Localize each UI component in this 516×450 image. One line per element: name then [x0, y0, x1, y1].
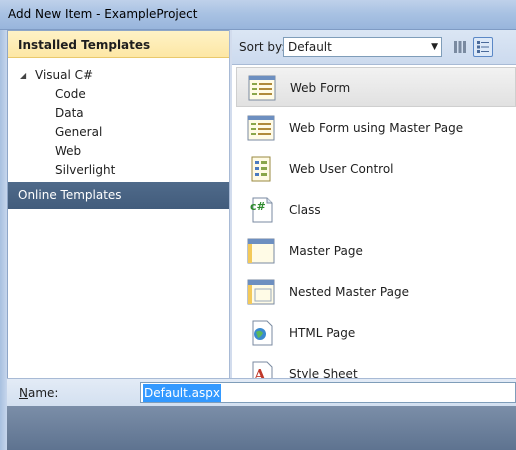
template-label: HTML Page [289, 326, 356, 340]
online-templates-header[interactable]: Online Templates [8, 182, 229, 209]
sort-by-dropdown[interactable]: Default ▼ [283, 37, 442, 57]
small-icons-view-button[interactable] [450, 37, 470, 57]
dropdown-arrow-icon: ▼ [431, 42, 438, 52]
name-row: Name: Default.aspx [7, 378, 516, 406]
template-item-web-form[interactable]: Web Form [236, 67, 516, 107]
html-page-icon [252, 320, 273, 346]
master-page-icon [247, 238, 275, 264]
svg-text:c#: c# [250, 200, 266, 213]
sort-by-value: Default [288, 40, 332, 54]
expand-triangle-icon[interactable]: ◢ [20, 66, 30, 85]
templates-tree-pane: Installed Templates ◢ Visual C# Code Data… [7, 30, 229, 379]
window-title: Add New Item - ExampleProject [8, 7, 198, 21]
sort-toolbar: Sort by: Default ▼ [232, 30, 516, 64]
template-item-nested-master-page[interactable]: Nested Master Page [236, 272, 516, 312]
template-label: Class [289, 203, 321, 217]
medium-icons-view-button[interactable] [473, 37, 493, 57]
dialog-footer [7, 406, 516, 450]
template-label: Web Form using Master Page [289, 121, 464, 135]
list-view-icon [477, 41, 489, 53]
small-icons-view-icon [454, 41, 466, 53]
template-item-style-sheet[interactable]: A Style Sheet [236, 354, 516, 378]
svg-text:A: A [253, 366, 266, 378]
template-label: Nested Master Page [289, 285, 409, 299]
template-label: Master Page [289, 244, 363, 258]
template-item-html-page[interactable]: HTML Page [236, 313, 516, 353]
web-user-control-icon [251, 156, 271, 182]
left-pane-blank [8, 209, 229, 379]
web-form-icon [248, 75, 276, 101]
tree-item-visual-csharp[interactable]: ◢ Visual C# [8, 66, 229, 85]
installed-templates-header[interactable]: Installed Templates [8, 31, 229, 58]
title-bar: Add New Item - ExampleProject [0, 0, 516, 30]
tree-item-label: Visual C# [35, 68, 94, 82]
template-item-web-user-control[interactable]: Web User Control [236, 149, 516, 189]
template-label: Style Sheet [289, 367, 358, 378]
name-input-value: Default.aspx [143, 384, 221, 402]
tree-item-data[interactable]: Data [8, 104, 229, 123]
web-form-master-icon [247, 115, 275, 141]
tree-item-general[interactable]: General [8, 123, 229, 142]
template-item-master-page[interactable]: Master Page [236, 231, 516, 271]
style-sheet-icon: A [252, 361, 273, 378]
tree-item-code[interactable]: Code [8, 85, 229, 104]
nested-master-page-icon [247, 279, 275, 305]
template-label: Web Form [290, 81, 351, 95]
template-item-class[interactable]: c# Class [236, 190, 516, 230]
csharp-class-icon: c# [250, 197, 273, 223]
window-frame-left [0, 30, 7, 450]
sort-by-label: Sort by: [239, 40, 286, 54]
template-tree: ◢ Visual C# Code Data General Web Silverl… [8, 58, 229, 180]
template-list[interactable]: Web Form Web Form using Master Page Web … [232, 64, 516, 378]
name-input[interactable]: Default.aspx [140, 382, 516, 403]
tree-item-web[interactable]: Web [8, 142, 229, 161]
name-label: Name: [19, 386, 59, 400]
template-label: Web User Control [289, 162, 394, 176]
tree-item-silverlight[interactable]: Silverlight [8, 161, 229, 180]
template-item-web-form-master[interactable]: Web Form using Master Page [236, 108, 516, 148]
